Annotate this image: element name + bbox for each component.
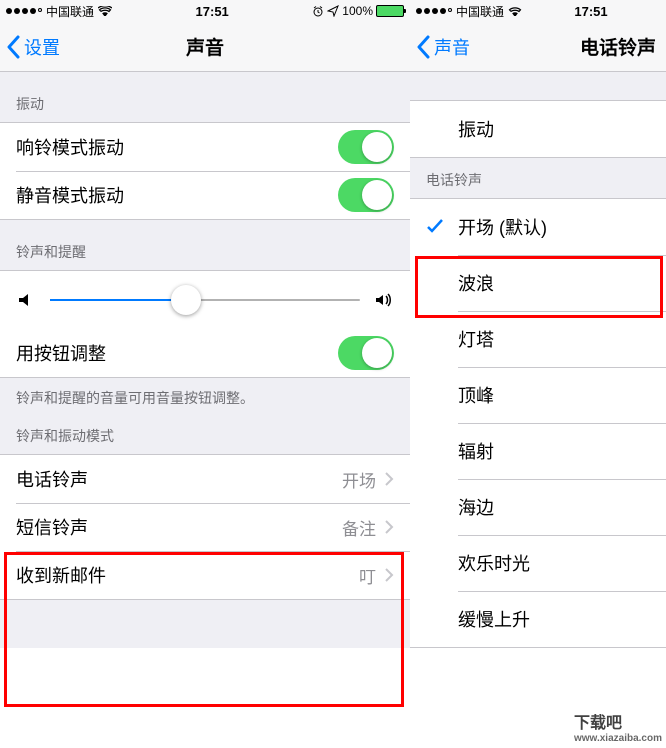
silent-vibrate-toggle[interactable] bbox=[338, 178, 394, 212]
chevron-left-icon bbox=[416, 35, 430, 59]
signal-dots-icon bbox=[6, 8, 42, 14]
ringtone-row[interactable]: 电话铃声 开场 bbox=[0, 455, 410, 503]
cell-label: 静音模式振动 bbox=[16, 182, 124, 208]
cell-label: 振动 bbox=[458, 116, 494, 142]
status-bar: 中国联通 17:51 100% bbox=[0, 0, 410, 22]
cell-label: 响铃模式振动 bbox=[16, 134, 124, 160]
sounds-settings-screen: 中国联通 17:51 100% 设置 声音 振动 响铃模式振动 bbox=[0, 0, 410, 648]
back-label: 设置 bbox=[24, 34, 60, 60]
ringtone-item[interactable]: 缓慢上升 bbox=[410, 591, 666, 647]
page-title: 电话铃声 bbox=[580, 33, 656, 60]
chevron-right-icon bbox=[384, 567, 394, 583]
ringtone-item[interactable]: 开场 (默认) bbox=[410, 199, 666, 255]
ringtone-item[interactable]: 辐射 bbox=[410, 423, 666, 479]
page-title: 声音 bbox=[186, 33, 224, 60]
nav-bar: 设置 声音 bbox=[0, 22, 410, 72]
volume-low-icon bbox=[16, 290, 36, 310]
section-header-ringer: 铃声和提醒 bbox=[0, 220, 410, 270]
carrier-label: 中国联通 bbox=[456, 3, 504, 20]
ringtone-item[interactable]: 波浪 bbox=[410, 255, 666, 311]
section-header-vibrate: 振动 bbox=[0, 72, 410, 122]
vibration-row[interactable]: 振动 bbox=[410, 101, 666, 157]
cell-label: 收到新邮件 bbox=[16, 562, 106, 588]
location-icon bbox=[327, 5, 339, 17]
cell-label: 用按钮调整 bbox=[16, 340, 106, 366]
volume-slider-row bbox=[0, 271, 410, 329]
nav-bar: 声音 电话铃声 bbox=[410, 22, 666, 72]
back-label: 声音 bbox=[434, 34, 470, 60]
cell-label: 电话铃声 bbox=[16, 466, 88, 492]
volume-slider[interactable] bbox=[50, 299, 360, 301]
check-icon bbox=[426, 218, 444, 236]
ringtone-label: 缓慢上升 bbox=[458, 606, 530, 632]
carrier-label: 中国联通 bbox=[46, 3, 94, 20]
alarm-icon bbox=[312, 5, 324, 17]
cell-value: 叮 bbox=[359, 563, 376, 588]
status-bar: 中国联通 17:51 bbox=[410, 0, 666, 22]
change-with-buttons-toggle[interactable] bbox=[338, 336, 394, 370]
status-time: 17:51 bbox=[574, 4, 607, 19]
chevron-right-icon bbox=[384, 519, 394, 535]
change-with-buttons-row[interactable]: 用按钮调整 bbox=[0, 329, 410, 377]
battery-icon bbox=[376, 5, 404, 17]
volume-high-icon bbox=[374, 290, 394, 310]
ringtone-item[interactable]: 海边 bbox=[410, 479, 666, 535]
section-header-patterns: 铃声和振动模式 bbox=[0, 414, 410, 454]
wifi-icon bbox=[98, 6, 112, 16]
section-footer: 铃声和提醒的音量可用音量按钮调整。 bbox=[0, 378, 410, 414]
back-button[interactable]: 设置 bbox=[0, 34, 60, 60]
cell-value: 备注 bbox=[342, 515, 376, 540]
new-mail-row[interactable]: 收到新邮件 叮 bbox=[0, 551, 410, 599]
ringtone-item[interactable]: 顶峰 bbox=[410, 367, 666, 423]
ringtone-label: 开场 (默认) bbox=[458, 214, 547, 240]
ringtone-label: 顶峰 bbox=[458, 382, 494, 408]
status-time: 17:51 bbox=[196, 4, 229, 19]
silent-vibrate-row[interactable]: 静音模式振动 bbox=[0, 171, 410, 219]
ringtone-item[interactable]: 欢乐时光 bbox=[410, 535, 666, 591]
section-header-ringtones: 电话铃声 bbox=[410, 158, 666, 198]
ringtone-list: 开场 (默认) 波浪 灯塔 顶峰 辐射 海边 bbox=[410, 198, 666, 648]
ringtone-item[interactable]: 灯塔 bbox=[410, 311, 666, 367]
battery-percent: 100% bbox=[342, 4, 373, 18]
cell-value: 开场 bbox=[342, 467, 376, 492]
ringtone-label: 海边 bbox=[458, 494, 494, 520]
ring-vibrate-toggle[interactable] bbox=[338, 130, 394, 164]
slider-thumb[interactable] bbox=[171, 285, 201, 315]
ringtone-label: 灯塔 bbox=[458, 326, 494, 352]
chevron-right-icon bbox=[384, 471, 394, 487]
watermark: 下载吧 www.xiazaiba.com bbox=[574, 709, 662, 744]
back-button[interactable]: 声音 bbox=[410, 34, 470, 60]
ringtone-label: 欢乐时光 bbox=[458, 550, 530, 576]
ringtone-picker-screen: 中国联通 17:51 声音 电话铃声 振动 电话铃声 开场 (默认) bbox=[410, 0, 666, 648]
wifi-icon bbox=[508, 6, 522, 16]
chevron-left-icon bbox=[6, 35, 20, 59]
text-tone-row[interactable]: 短信铃声 备注 bbox=[0, 503, 410, 551]
cell-label: 短信铃声 bbox=[16, 514, 88, 540]
ringtone-label: 波浪 bbox=[458, 270, 494, 296]
ring-vibrate-row[interactable]: 响铃模式振动 bbox=[0, 123, 410, 171]
ringtone-label: 辐射 bbox=[458, 438, 494, 464]
signal-dots-icon bbox=[416, 8, 452, 14]
